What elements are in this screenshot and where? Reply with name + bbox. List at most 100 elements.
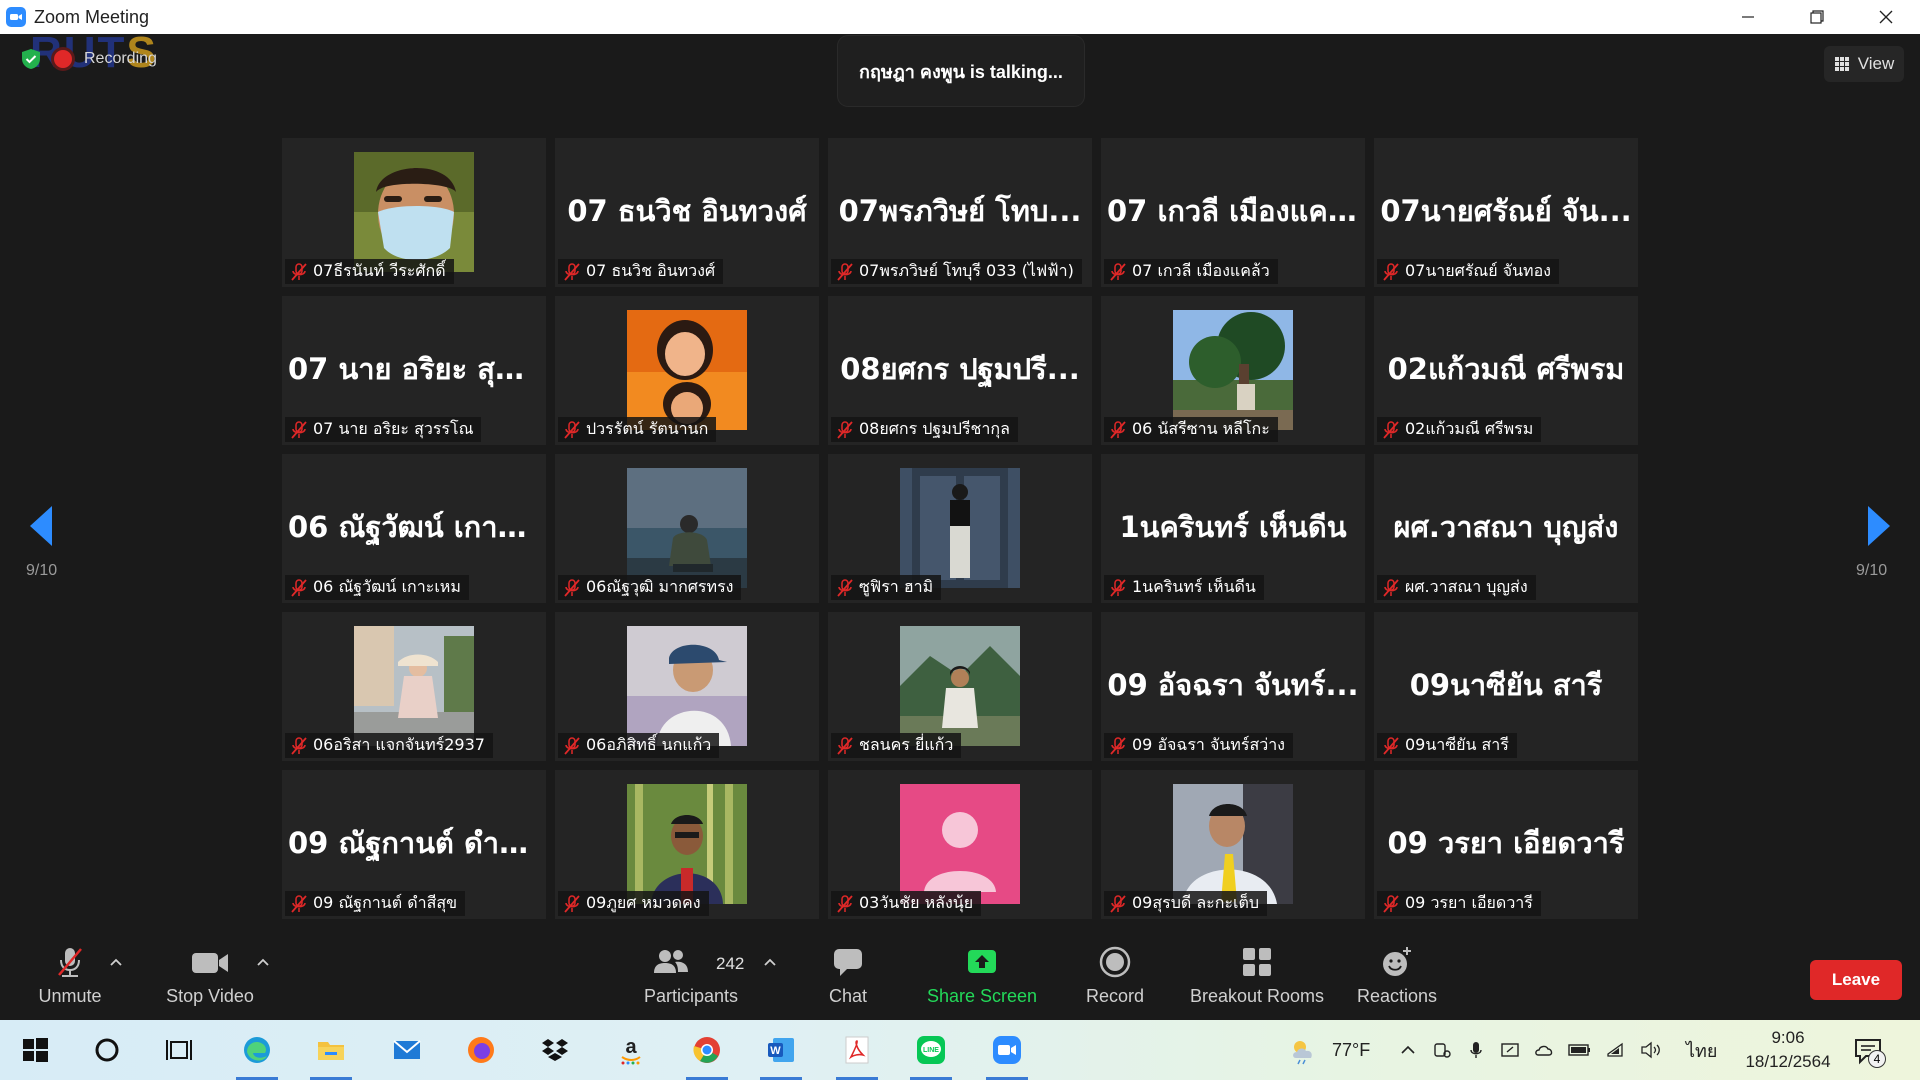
taskbar-word[interactable]: W [756, 1028, 806, 1080]
share-screen-label: Share Screen [926, 986, 1038, 1006]
recording-label: Recording [84, 50, 157, 67]
participant-name: 09 อัจฉรา จันทร์สว่าง [1132, 735, 1285, 754]
taskbar-line[interactable]: LINE [906, 1028, 956, 1080]
participant-name-label: 09ภูยศ หมวดคง [558, 891, 709, 916]
close-button[interactable] [1851, 0, 1920, 34]
participant-tile[interactable]: 09 ณัฐกานต์ ดำสี... 09 ณัฐกานต์ ดำสีสุข [282, 770, 546, 919]
participant-tile[interactable]: 07นายศรัณย์ จัน... 07นายศรัณย์ จันทอง [1374, 138, 1638, 287]
notifications-count: 4 [1868, 1050, 1886, 1068]
participant-tile[interactable]: ปวรรัตน์ รัตนานก [555, 296, 819, 445]
participant-tile[interactable]: ชลนคร ยี่แก้ว [828, 612, 1092, 761]
participant-tile[interactable]: 09นาซียัน สารี 09นาซียัน สารี [1374, 612, 1638, 761]
system-tray: ไทย [1398, 1020, 1717, 1080]
leave-button[interactable]: Leave [1810, 960, 1902, 1000]
participant-tile[interactable]: 06ณัฐวุฒิ มากศรทรง [555, 454, 819, 603]
minimize-button[interactable] [1713, 0, 1782, 34]
participant-name: 06 ณัฐวัฒน์ เกาะเหม [313, 577, 461, 596]
next-page-button[interactable] [1864, 504, 1904, 554]
restore-button[interactable] [1782, 0, 1851, 34]
mic-muted-icon [1383, 262, 1399, 281]
shield-icon[interactable] [20, 48, 42, 70]
page-indicator-left: 9/10 [26, 562, 58, 579]
taskbar-chrome[interactable] [682, 1028, 732, 1080]
taskbar-file-explorer[interactable] [306, 1028, 356, 1080]
svg-text:a: a [625, 1036, 637, 1058]
participant-tile[interactable]: 09สุรบดี ละกะเต็บ [1101, 770, 1365, 919]
task-view-button[interactable] [154, 1028, 204, 1072]
start-button[interactable] [10, 1028, 60, 1072]
taskbar-mail[interactable] [382, 1028, 432, 1072]
screen-share-tray-icon[interactable] [1500, 1040, 1520, 1060]
participant-tile[interactable]: 07ธีรนันท์ วีระศักดิ์ [282, 138, 546, 287]
microphone-tray-icon[interactable] [1466, 1040, 1486, 1060]
participant-name: 09นาซียัน สารี [1405, 735, 1509, 754]
mic-muted-icon [837, 894, 853, 913]
share-screen-button[interactable]: Share Screen [922, 944, 1042, 1014]
participant-tile[interactable]: 09 อัจฉรา จันทร์... 09 อัจฉรา จันทร์สว่าง [1101, 612, 1365, 761]
meet-now-icon[interactable] [1432, 1040, 1452, 1060]
mic-muted-icon [837, 736, 853, 755]
stop-video-button[interactable]: Stop Video [160, 944, 260, 1014]
search-button[interactable] [82, 1028, 132, 1072]
taskbar-edge[interactable] [232, 1028, 282, 1080]
taskbar-amazon[interactable]: a [606, 1028, 656, 1072]
participant-video [627, 468, 747, 588]
participants-options-caret-icon[interactable] [762, 954, 778, 970]
participant-tile[interactable]: 06 นัสรีซาน หลีโกะ [1101, 296, 1365, 445]
participant-name: 06 นัสรีซาน หลีโกะ [1132, 419, 1270, 438]
volume-icon[interactable] [1640, 1040, 1662, 1060]
participant-tile[interactable]: 08ยศกร ปฐมปรี... 08ยศกร ปฐมปรีชากุล [828, 296, 1092, 445]
participant-tile[interactable]: 06อริสา แจกจันทร์2937 [282, 612, 546, 761]
input-language[interactable]: ไทย [1686, 1036, 1717, 1065]
breakout-rooms-button[interactable]: Breakout Rooms [1182, 944, 1332, 1014]
clock[interactable]: 9:06 18/12/2564 [1740, 1026, 1836, 1074]
record-button[interactable]: Record [1080, 944, 1150, 1014]
previous-page-button[interactable] [26, 504, 66, 554]
participant-tile[interactable]: 06 ณัฐวัฒน์ เกาะ... 06 ณัฐวัฒน์ เกาะเหม [282, 454, 546, 603]
title-bar: Zoom Meeting [0, 0, 1920, 34]
zoom-app-icon [6, 7, 26, 27]
taskbar-dropbox[interactable] [530, 1028, 580, 1072]
participant-name-label: ซูฟิรา ฮามิ [831, 575, 942, 600]
participant-name-label: 06 ณัฐวัฒน์ เกาะเหม [285, 575, 469, 600]
video-options-caret-icon[interactable] [255, 954, 271, 970]
windows-start-icon [23, 1038, 48, 1062]
taskbar-acrobat[interactable] [832, 1028, 882, 1080]
participant-tile[interactable]: 1นครินทร์ เห็นดีน 1นครินทร์ เห็นดีน [1101, 454, 1365, 603]
battery-icon[interactable] [1568, 1040, 1592, 1060]
participant-tile[interactable]: ซูฟิรา ฮามิ [828, 454, 1092, 603]
zoom-window: Zoom Meeting RUTS Recording กฤษฎา คงพูน … [0, 0, 1920, 1080]
taskbar-firefox[interactable] [456, 1028, 506, 1072]
participant-tile[interactable]: 07 ธนวิช อินทวงศ์ 07 ธนวิช อินทวงศ์ [555, 138, 819, 287]
video-grid: 07ธีรนันท์ วีระศักดิ์ 07 ธนวิช อินทวงศ์ 07… [282, 138, 1640, 920]
participant-name-label: 1นครินทร์ เห็นดีน [1104, 575, 1264, 600]
participant-name: 02แก้วมณี ศรีพรม [1405, 419, 1534, 438]
unmute-button[interactable]: Unmute [30, 944, 110, 1014]
participant-name-label: 03วันชัย หลังนุ้ย [831, 891, 982, 916]
participant-name: 07 นาย อริยะ สุวรรโณ [313, 419, 474, 438]
participant-tile[interactable]: 02แก้วมณี ศรีพรม 02แก้วมณี ศรีพรม [1374, 296, 1638, 445]
participant-tile[interactable]: 07พรภวิษย์ โทบ... 07พรภวิษย์ โทบุรี 033 (… [828, 138, 1092, 287]
participant-tile[interactable]: 06อภิสิทธิ์ นกแก้ว [555, 612, 819, 761]
weather-widget[interactable]: 77°F [1286, 1020, 1370, 1080]
record-icon [1099, 946, 1131, 978]
participant-tile[interactable]: 09 วรยา เอียดวารี 09 วรยา เอียดวารี [1374, 770, 1638, 919]
taskbar-zoom[interactable] [982, 1028, 1032, 1080]
reactions-button[interactable]: Reactions [1352, 944, 1442, 1014]
participant-name-label: 09 อัจฉรา จันทร์สว่าง [1104, 733, 1293, 758]
search-circle-icon [95, 1038, 119, 1062]
chat-bubble-icon [834, 949, 862, 976]
wifi-icon[interactable] [1606, 1040, 1626, 1060]
participant-tile[interactable]: 09ภูยศ หมวดคง [555, 770, 819, 919]
audio-options-caret-icon[interactable] [108, 954, 124, 970]
view-button[interactable]: View [1824, 46, 1904, 82]
participant-tile[interactable]: 03วันชัย หลังนุ้ย [828, 770, 1092, 919]
chat-button[interactable]: Chat [818, 944, 878, 1014]
participant-name: ชลนคร ยี่แก้ว [859, 735, 954, 754]
participant-tile[interactable]: ผศ.วาสณา บุญส่ง ผศ.วาสณา บุญส่ง [1374, 454, 1638, 603]
participant-tile[interactable]: 07 นาย อริยะ สุว... 07 นาย อริยะ สุวรรโณ [282, 296, 546, 445]
clock-time: 9:06 [1771, 1028, 1805, 1047]
participant-tile[interactable]: 07 เกวลี เมืองแคล้ว 07 เกวลี เมืองแคล้ว [1101, 138, 1365, 287]
onedrive-cloud-icon[interactable] [1534, 1040, 1554, 1060]
chevron-up-icon[interactable] [1398, 1040, 1418, 1060]
